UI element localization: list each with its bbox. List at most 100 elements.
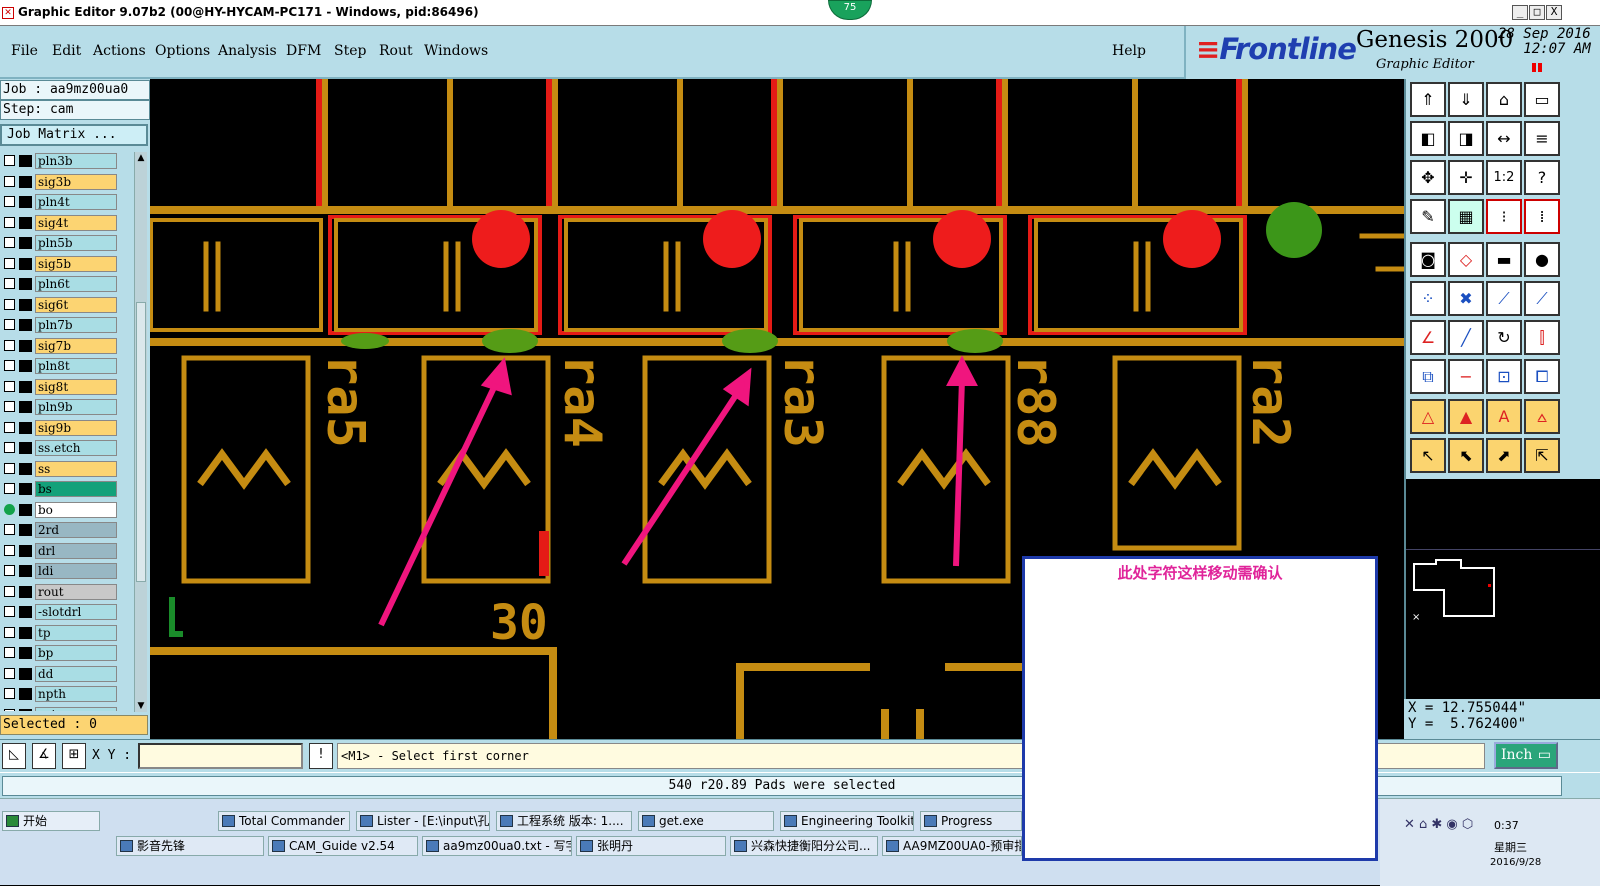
layer-row-sig6t[interactable]: sig6t bbox=[0, 295, 134, 316]
layer-checkbox[interactable] bbox=[4, 565, 15, 576]
ruler-icon[interactable]: ▬ bbox=[1486, 242, 1522, 277]
home-icon[interactable]: ⌂ bbox=[1486, 82, 1522, 117]
layer-checkbox[interactable] bbox=[4, 483, 15, 494]
triangle-b-icon[interactable]: ⩟ bbox=[1524, 399, 1560, 434]
layer-row-bp[interactable]: bp bbox=[0, 643, 134, 664]
layer-checkbox[interactable] bbox=[4, 196, 15, 207]
layer-name[interactable]: sig8t bbox=[35, 378, 117, 395]
xy-input[interactable] bbox=[138, 743, 303, 769]
pointer-box-icon[interactable]: ⬉ bbox=[1448, 438, 1484, 473]
menu-step[interactable]: Step bbox=[334, 43, 366, 59]
pointer-step-icon[interactable]: ⇱ bbox=[1524, 438, 1560, 473]
minimize-button[interactable]: _ bbox=[1512, 5, 1528, 20]
scroll-down-icon[interactable]: ▼ bbox=[136, 700, 146, 712]
menu-windows[interactable]: Windows bbox=[424, 43, 488, 59]
layer-name[interactable]: -slotdrl bbox=[35, 604, 117, 620]
layer-checkbox[interactable] bbox=[4, 667, 15, 679]
triangle-icon[interactable]: △ bbox=[1410, 399, 1446, 434]
tray-icons[interactable]: ✕ ⌂ ✱ ◉ ⬡ bbox=[1404, 817, 1504, 832]
menu-rout[interactable]: Rout bbox=[379, 43, 413, 59]
task-engineering-system[interactable]: 工程系统 版本: 1.... bbox=[496, 811, 632, 831]
snap-icon[interactable]: ⁝ bbox=[1486, 199, 1522, 234]
layer-row-npth[interactable]: npth bbox=[0, 684, 134, 705]
measure-icon[interactable]: ⊡ bbox=[1486, 359, 1522, 394]
layer-row-pln4t[interactable]: pln4t bbox=[0, 192, 134, 213]
layer-row-tp[interactable]: tp bbox=[0, 623, 134, 644]
layer-checkbox[interactable] bbox=[4, 688, 15, 699]
snap-grid-icon[interactable]: ◺ bbox=[2, 743, 26, 769]
layer-row-sig5b[interactable]: sig5b bbox=[0, 254, 134, 275]
menu-options[interactable]: Options bbox=[155, 43, 210, 59]
task-cam-guide[interactable]: CAM_Guide v2.54 bbox=[268, 836, 418, 856]
job-matrix-button[interactable]: Job Matrix ... bbox=[0, 124, 148, 146]
pan-right-icon[interactable]: ◨ bbox=[1448, 121, 1484, 156]
layer-checkbox[interactable] bbox=[4, 524, 15, 535]
palette-icon[interactable]: ✎ bbox=[1410, 199, 1446, 234]
minus-icon[interactable]: − bbox=[1448, 359, 1484, 394]
line-end-icon[interactable]: ⟋ bbox=[1524, 281, 1560, 316]
task-wordpad[interactable]: aa9mz00ua0.txt - 写字板 bbox=[422, 836, 572, 856]
layer-checkbox[interactable] bbox=[4, 298, 15, 310]
task-progress[interactable]: Progress bbox=[920, 811, 1022, 831]
task-lister[interactable]: Lister - [E:\input\孔... bbox=[356, 811, 490, 831]
start-button[interactable]: 开始 bbox=[2, 811, 100, 831]
scale-1-2-icon[interactable]: 1:2 bbox=[1486, 160, 1522, 195]
grid-icon[interactable]: ▦ bbox=[1448, 199, 1484, 234]
maximize-button[interactable]: □ bbox=[1529, 5, 1545, 20]
layer-checkbox[interactable] bbox=[4, 442, 15, 453]
layer-row-slotdrl[interactable]: -slotdrl bbox=[0, 602, 134, 623]
task-engineering-toolkit[interactable]: Engineering Toolkit 9... bbox=[780, 811, 914, 831]
task-aa9mz00ua0[interactable]: AA9MZ00UA0-预审指... bbox=[882, 836, 1022, 856]
point-icon[interactable]: ● bbox=[1524, 242, 1560, 277]
zoom-page-icon[interactable]: ⇑ bbox=[1410, 82, 1446, 117]
flip-icon[interactable]: ⫿ bbox=[1524, 320, 1560, 355]
layer-checkbox[interactable] bbox=[4, 339, 15, 351]
layer-row-sig8t[interactable]: sig8t bbox=[0, 377, 134, 398]
pointer-shape-icon[interactable]: ⬈ bbox=[1486, 438, 1522, 473]
angle-snap-icon[interactable]: ∡ bbox=[32, 743, 56, 769]
task-yingyin[interactable]: 影音先锋 bbox=[116, 836, 264, 856]
layer-name[interactable]: pln9b bbox=[35, 399, 117, 415]
layer-checkbox[interactable] bbox=[4, 626, 15, 638]
layer-row-pln3b[interactable]: pln3b bbox=[0, 151, 134, 172]
layer-checkbox[interactable] bbox=[4, 360, 15, 371]
scroll-thumb[interactable] bbox=[136, 302, 146, 582]
layer-row-cvia[interactable]: cvia bbox=[0, 705, 134, 711]
menu-file[interactable]: File bbox=[11, 43, 38, 59]
layer-checkbox[interactable] bbox=[4, 606, 15, 617]
line-point-icon[interactable]: ⟋ bbox=[1486, 281, 1522, 316]
layer-checkbox[interactable] bbox=[4, 421, 15, 433]
layer-row-pln8t[interactable]: pln8t bbox=[0, 356, 134, 377]
layer-row-bo[interactable]: bo bbox=[0, 500, 134, 521]
layer-name[interactable]: rout bbox=[35, 583, 117, 600]
connect-icon[interactable]: ⁘ bbox=[1410, 281, 1446, 316]
layer-row-pln9b[interactable]: pln9b bbox=[0, 397, 134, 418]
layer-checkbox[interactable] bbox=[4, 647, 15, 658]
layer-name[interactable]: sig7b bbox=[35, 337, 117, 354]
task-get-exe[interactable]: get.exe bbox=[638, 811, 774, 831]
center-icon[interactable]: ✛ bbox=[1448, 160, 1484, 195]
task-zhang[interactable]: 张明丹 bbox=[576, 836, 726, 856]
layer-checkbox[interactable] bbox=[4, 278, 15, 289]
layer-name[interactable]: sig6t bbox=[35, 296, 117, 313]
layer-checkbox[interactable] bbox=[4, 237, 15, 248]
layer-name[interactable]: sig5b bbox=[35, 255, 117, 272]
task-total-commander[interactable]: Total Commander 7.0... bbox=[218, 811, 350, 831]
layer-checkbox[interactable] bbox=[4, 155, 15, 166]
layer-checkbox[interactable] bbox=[4, 319, 15, 330]
grid-snap-icon[interactable]: ⊞ bbox=[62, 743, 86, 769]
menu-actions[interactable]: Actions bbox=[93, 43, 146, 59]
layer-row-sig3b[interactable]: sig3b bbox=[0, 172, 134, 193]
layer-name[interactable]: cvia bbox=[35, 706, 117, 711]
close-button[interactable]: X bbox=[1546, 5, 1562, 20]
layer-checkbox[interactable] bbox=[4, 585, 15, 597]
copy-icon[interactable]: ⧠ bbox=[1524, 359, 1560, 394]
layer-row-pln5b[interactable]: pln5b bbox=[0, 233, 134, 254]
layer-row-sig4t[interactable]: sig4t bbox=[0, 213, 134, 234]
move-shape-icon[interactable]: ⧉ bbox=[1410, 359, 1446, 394]
layer-checkbox[interactable] bbox=[4, 175, 15, 187]
layer-row-ss-etch[interactable]: ss.etch bbox=[0, 438, 134, 459]
layer-name[interactable]: bo bbox=[35, 501, 117, 518]
triangle-outline-icon[interactable]: ▲ bbox=[1448, 399, 1484, 434]
layer-name[interactable]: ldi bbox=[35, 563, 117, 579]
